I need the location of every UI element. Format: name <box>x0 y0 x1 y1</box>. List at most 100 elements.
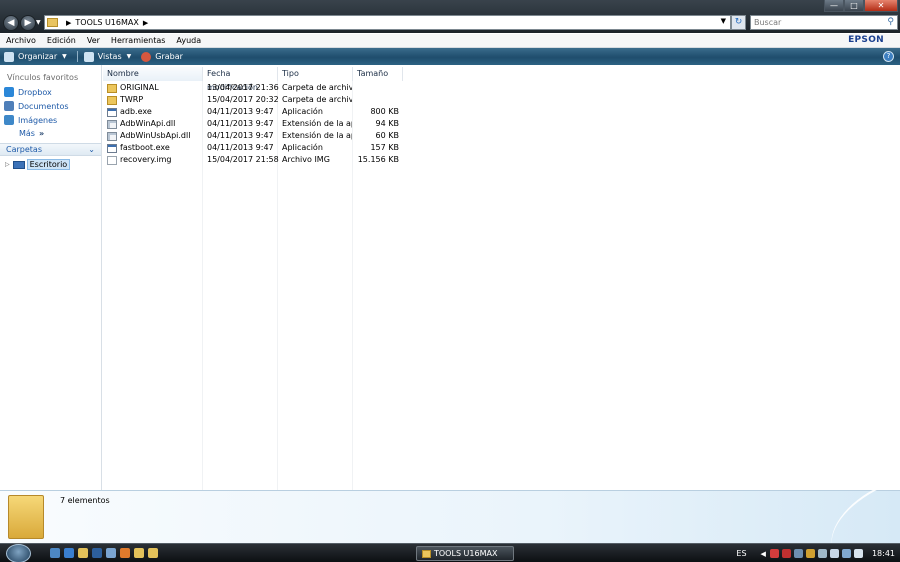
close-button[interactable]: ✕ <box>864 0 898 12</box>
firefox-icon[interactable] <box>120 548 130 558</box>
recent-pages-dropdown[interactable]: ▼ <box>36 19 41 26</box>
file-date: 13/04/2017 21:36 <box>207 83 279 92</box>
file-type: Aplicación <box>282 107 323 116</box>
help-icon[interactable]: ? <box>883 51 894 62</box>
show-desktop-icon[interactable] <box>50 548 60 558</box>
quick-launch <box>50 548 162 558</box>
organize-button[interactable]: Organizar ▼ <box>4 51 67 62</box>
views-button[interactable]: Vistas ▼ <box>83 51 132 62</box>
file-type: Carpeta de archivos <box>282 95 352 104</box>
organize-icon <box>4 51 14 62</box>
file-row[interactable]: adb.exe 04/11/2013 9:47 Aplicación 800 K… <box>103 106 403 118</box>
menu-ayuda[interactable]: Ayuda <box>176 36 201 45</box>
folders-header[interactable]: Carpetas ⌄ <box>0 143 101 156</box>
navigation-pane: Vínculos favoritos Dropbox Documentos Im… <box>0 65 102 490</box>
file-row[interactable]: fastboot.exe 04/11/2013 9:47 Aplicación … <box>103 142 403 154</box>
photos-icon[interactable] <box>106 548 116 558</box>
sync-icon[interactable] <box>853 549 863 558</box>
file-list: Nombre Fecha modificación Tipo Tamaño OR… <box>103 65 900 490</box>
title-bar: — □ ✕ ◀ ▶ ▼ ▶ TOOLS U16MAX ▶ ▼ ↻ Buscar … <box>0 0 900 33</box>
favorite-imagenes[interactable]: Imágenes <box>4 115 57 125</box>
menu-edicion[interactable]: Edición <box>47 36 76 45</box>
ie-icon[interactable] <box>64 548 74 558</box>
forward-button[interactable]: ▶ <box>20 15 36 31</box>
language-indicator[interactable]: ES <box>736 549 746 558</box>
command-toolbar: Organizar ▼ Vistas ▼ Grabar ? <box>0 48 900 65</box>
file-name: adb.exe <box>120 107 152 116</box>
system-tray: ES ◀ 18:41 <box>736 544 895 562</box>
file-name: recovery.img <box>120 155 172 164</box>
column-header-name[interactable]: Nombre <box>103 67 203 81</box>
update-icon[interactable] <box>805 549 815 558</box>
back-button[interactable]: ◀ <box>3 15 19 31</box>
file-name: AdbWinApi.dll <box>120 119 176 128</box>
window-controls: — □ ✕ <box>824 0 898 12</box>
file-date: 15/04/2017 21:58 <box>207 155 279 164</box>
taskbar-window-button[interactable]: TOOLS U16MAX <box>416 546 514 561</box>
file-row[interactable]: ORIGINAL 13/04/2017 21:36 Carpeta de arc… <box>103 82 403 94</box>
folder2-icon[interactable] <box>148 548 158 558</box>
column-header-type[interactable]: Tipo <box>278 67 353 81</box>
media-player-icon[interactable] <box>92 548 102 558</box>
tray-expand-icon[interactable]: ◀ <box>761 550 766 558</box>
folder-icon[interactable] <box>134 548 144 558</box>
antivirus-icon[interactable] <box>769 549 779 558</box>
file-name: AdbWinUsbApi.dll <box>120 131 191 140</box>
dll-file-icon <box>107 131 117 141</box>
favorite-documentos[interactable]: Documentos <box>4 101 69 111</box>
menu-ver[interactable]: Ver <box>87 36 100 45</box>
file-row[interactable]: AdbWinUsbApi.dll 04/11/2013 9:47 Extensi… <box>103 130 403 142</box>
start-button[interactable] <box>6 544 31 562</box>
menu-herramientas[interactable]: Herramientas <box>111 36 166 45</box>
column-header-date[interactable]: Fecha modificación <box>203 67 278 92</box>
volume-icon[interactable] <box>829 549 839 558</box>
address-bar[interactable]: ▶ TOOLS U16MAX ▶ ▼ <box>44 15 731 30</box>
documents-icon <box>4 101 14 111</box>
search-icon[interactable]: ⚲ <box>887 16 894 29</box>
file-date: 04/11/2013 9:47 <box>207 143 274 152</box>
chevron-down-icon[interactable]: ⌄ <box>88 144 95 155</box>
menu-bar: Archivo Edición Ver Herramientas Ayuda <box>0 34 900 48</box>
file-date: 04/11/2013 9:47 <box>207 119 274 128</box>
favorite-label: Documentos <box>18 101 69 111</box>
file-type: Carpeta de archivos <box>282 83 352 92</box>
favorites-heading: Vínculos favoritos <box>7 73 79 82</box>
application-icon <box>107 143 117 153</box>
file-row[interactable]: recovery.img 15/04/2017 21:58 Archivo IM… <box>103 154 403 166</box>
file-row[interactable]: TWRP 15/04/2017 20:32 Carpeta de archivo… <box>103 94 403 106</box>
display-icon[interactable] <box>841 549 851 558</box>
network-icon[interactable] <box>793 549 803 558</box>
minimize-button[interactable]: — <box>824 0 844 12</box>
favorite-dropbox[interactable]: Dropbox <box>4 87 52 97</box>
tree-item-escritorio[interactable]: ▷ Escritorio <box>5 159 71 170</box>
burn-button[interactable]: Grabar <box>141 51 183 62</box>
views-icon <box>83 51 94 62</box>
more-favorites-link[interactable]: Más» <box>19 129 44 138</box>
maximize-button[interactable]: □ <box>844 0 864 12</box>
menu-archivo[interactable]: Archivo <box>6 36 36 45</box>
safe-remove-icon[interactable] <box>817 549 827 558</box>
taskbar-window-label: TOOLS U16MAX <box>434 549 498 558</box>
file-name: TWRP <box>120 95 144 104</box>
file-date: 04/11/2013 9:47 <box>207 131 274 140</box>
file-type: Extensión de la apl... <box>282 131 352 140</box>
folders-label: Carpetas <box>6 145 42 154</box>
file-row[interactable]: AdbWinApi.dll 04/11/2013 9:47 Extensión … <box>103 118 403 130</box>
refresh-button[interactable]: ↻ <box>731 15 746 30</box>
address-dropdown-icon[interactable]: ▼ <box>721 17 726 25</box>
breadcrumb-item[interactable]: TOOLS U16MAX <box>75 18 138 27</box>
clock[interactable]: 18:41 <box>872 549 895 558</box>
file-type: Aplicación <box>282 143 323 152</box>
column-header-size[interactable]: Tamaño <box>353 67 403 81</box>
file-size: 94 KB <box>375 119 399 128</box>
chevron-down-icon[interactable]: ▼ <box>127 53 132 60</box>
desktop-icon <box>12 160 25 169</box>
file-size: 157 KB <box>370 143 399 152</box>
shield-icon[interactable] <box>781 549 791 558</box>
search-input[interactable]: Buscar ⚲ <box>750 15 898 30</box>
chevron-right-icon[interactable]: ▶ <box>66 19 71 27</box>
explorer-icon[interactable] <box>78 548 88 558</box>
expand-icon[interactable]: ▷ <box>5 161 10 168</box>
chevron-right-icon[interactable]: ▶ <box>143 19 148 27</box>
taskbar: TOOLS U16MAX ES ◀ 18:41 <box>0 543 900 562</box>
